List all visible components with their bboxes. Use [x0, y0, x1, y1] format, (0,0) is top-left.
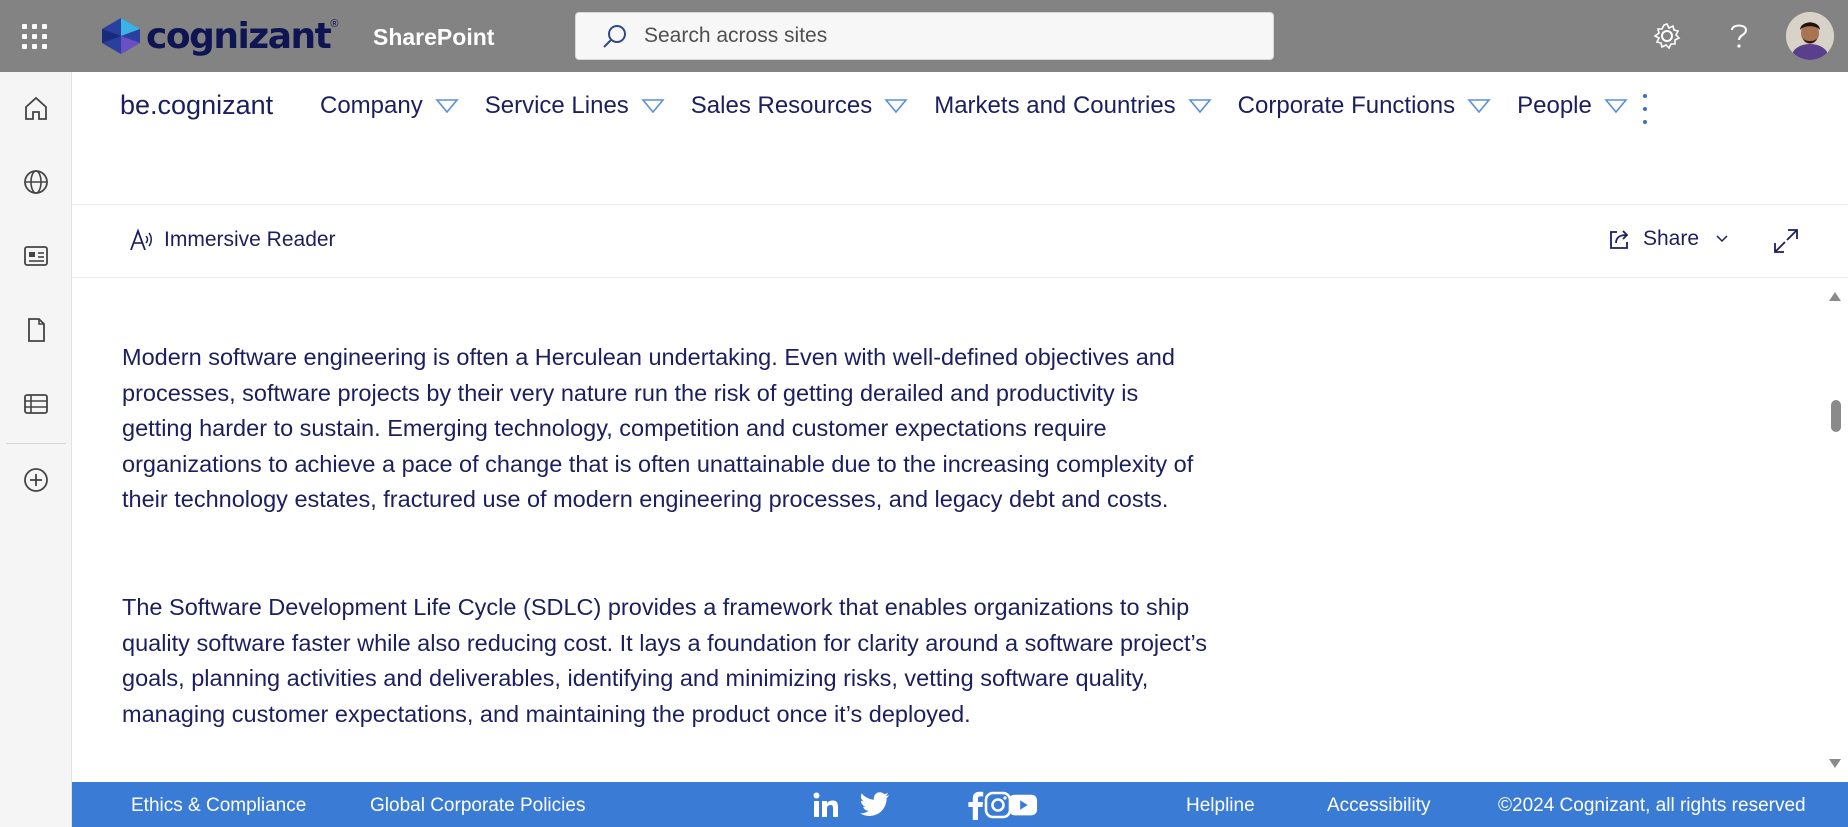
app-name[interactable]: SharePoint — [373, 24, 494, 51]
nav-item-corporate-functions[interactable]: Corporate Functions — [1238, 92, 1491, 120]
add-icon[interactable] — [20, 464, 52, 496]
youtube-icon[interactable] — [1008, 790, 1038, 820]
nav-item-service-lines[interactable]: Service Lines — [485, 92, 665, 120]
footer-link-policies[interactable]: Global Corporate Policies — [370, 795, 585, 817]
linkedin-icon[interactable] — [811, 790, 841, 820]
footer-link-ethics[interactable]: Ethics & Compliance — [131, 795, 306, 817]
scroll-up-arrow-icon[interactable] — [1828, 290, 1842, 302]
nav-item-label: People — [1517, 92, 1592, 119]
more-options-icon[interactable] — [1637, 94, 1653, 124]
home-icon[interactable] — [20, 92, 52, 124]
facebook-icon[interactable] — [960, 790, 990, 820]
nav-item-label: Sales Resources — [690, 92, 873, 119]
share-button[interactable]: Share — [1607, 227, 1729, 251]
search-icon — [603, 25, 626, 48]
article-content: Modern software engineering is often a H… — [72, 278, 1824, 782]
nav-item-sales-resources[interactable]: Sales Resources — [691, 92, 908, 120]
immersive-reader-label: Immersive Reader — [164, 228, 336, 251]
chevron-down-icon — [884, 99, 908, 114]
search-box[interactable] — [575, 12, 1274, 60]
scrollbar-thumb[interactable] — [1831, 400, 1841, 432]
chevron-down-icon — [1716, 235, 1728, 243]
help-icon[interactable] — [1723, 20, 1755, 52]
app-bar — [0, 72, 72, 827]
share-label: Share — [1643, 227, 1700, 250]
list-icon[interactable] — [20, 388, 52, 420]
command-bar: Immersive Reader Share — [72, 204, 1848, 278]
app-launcher-icon[interactable] — [22, 24, 48, 49]
search-input[interactable] — [644, 24, 1204, 48]
brand-name: cognizant — [146, 15, 332, 57]
nav-item-label: Service Lines — [484, 92, 629, 119]
footer-link-helpline[interactable]: Helpline — [1186, 795, 1255, 817]
share-icon — [1610, 230, 1629, 249]
chevron-down-icon — [435, 99, 459, 114]
immersive-reader-icon — [130, 228, 152, 251]
nav-item-label: Markets and Countries — [934, 92, 1176, 119]
nav-item-markets-and-countries[interactable]: Markets and Countries — [934, 92, 1212, 120]
suite-bar: cognizant ® SharePoint — [0, 0, 1848, 72]
scroll-down-arrow-icon[interactable] — [1828, 758, 1842, 770]
footer-link-accessibility[interactable]: Accessibility — [1327, 795, 1430, 817]
site-header: be.cognizant Company Service Lines Sales… — [72, 72, 1848, 204]
site-title[interactable]: be.cognizant — [120, 90, 273, 121]
article-paragraph: The Software Development Life Cycle (SDL… — [122, 594, 1208, 727]
chevron-down-icon — [1187, 99, 1212, 114]
nav-item-company[interactable]: Company — [320, 92, 459, 120]
trademark: ® — [330, 18, 339, 30]
footer: Ethics & Compliance Global Corporate Pol… — [72, 782, 1848, 827]
copyright-text: ©2024 Cognizant, all rights reserved — [1498, 795, 1806, 816]
nav-item-people[interactable]: People — [1517, 92, 1628, 120]
article-paragraph: Modern software engineering is often a H… — [122, 344, 1194, 513]
appbar-divider — [6, 443, 66, 444]
chevron-down-icon — [1467, 99, 1491, 114]
globe-icon[interactable] — [20, 166, 52, 198]
file-icon[interactable] — [20, 314, 52, 346]
immersive-reader-button[interactable]: Immersive Reader — [128, 227, 336, 253]
settings-gear-icon[interactable] — [1651, 20, 1683, 52]
cognizant-mark-icon — [102, 18, 140, 54]
chevron-down-icon — [641, 99, 665, 114]
user-avatar[interactable] — [1786, 12, 1834, 60]
twitter-icon[interactable] — [860, 790, 890, 820]
news-icon[interactable] — [20, 240, 52, 272]
site-navigation: Company Service Lines Sales Resources Ma… — [320, 92, 1654, 120]
expand-icon[interactable] — [1772, 227, 1800, 260]
nav-item-label: Company — [320, 92, 423, 119]
nav-item-label: Corporate Functions — [1237, 92, 1456, 119]
chevron-down-icon — [1604, 99, 1628, 114]
cognizant-logo[interactable]: cognizant ® — [100, 14, 339, 58]
